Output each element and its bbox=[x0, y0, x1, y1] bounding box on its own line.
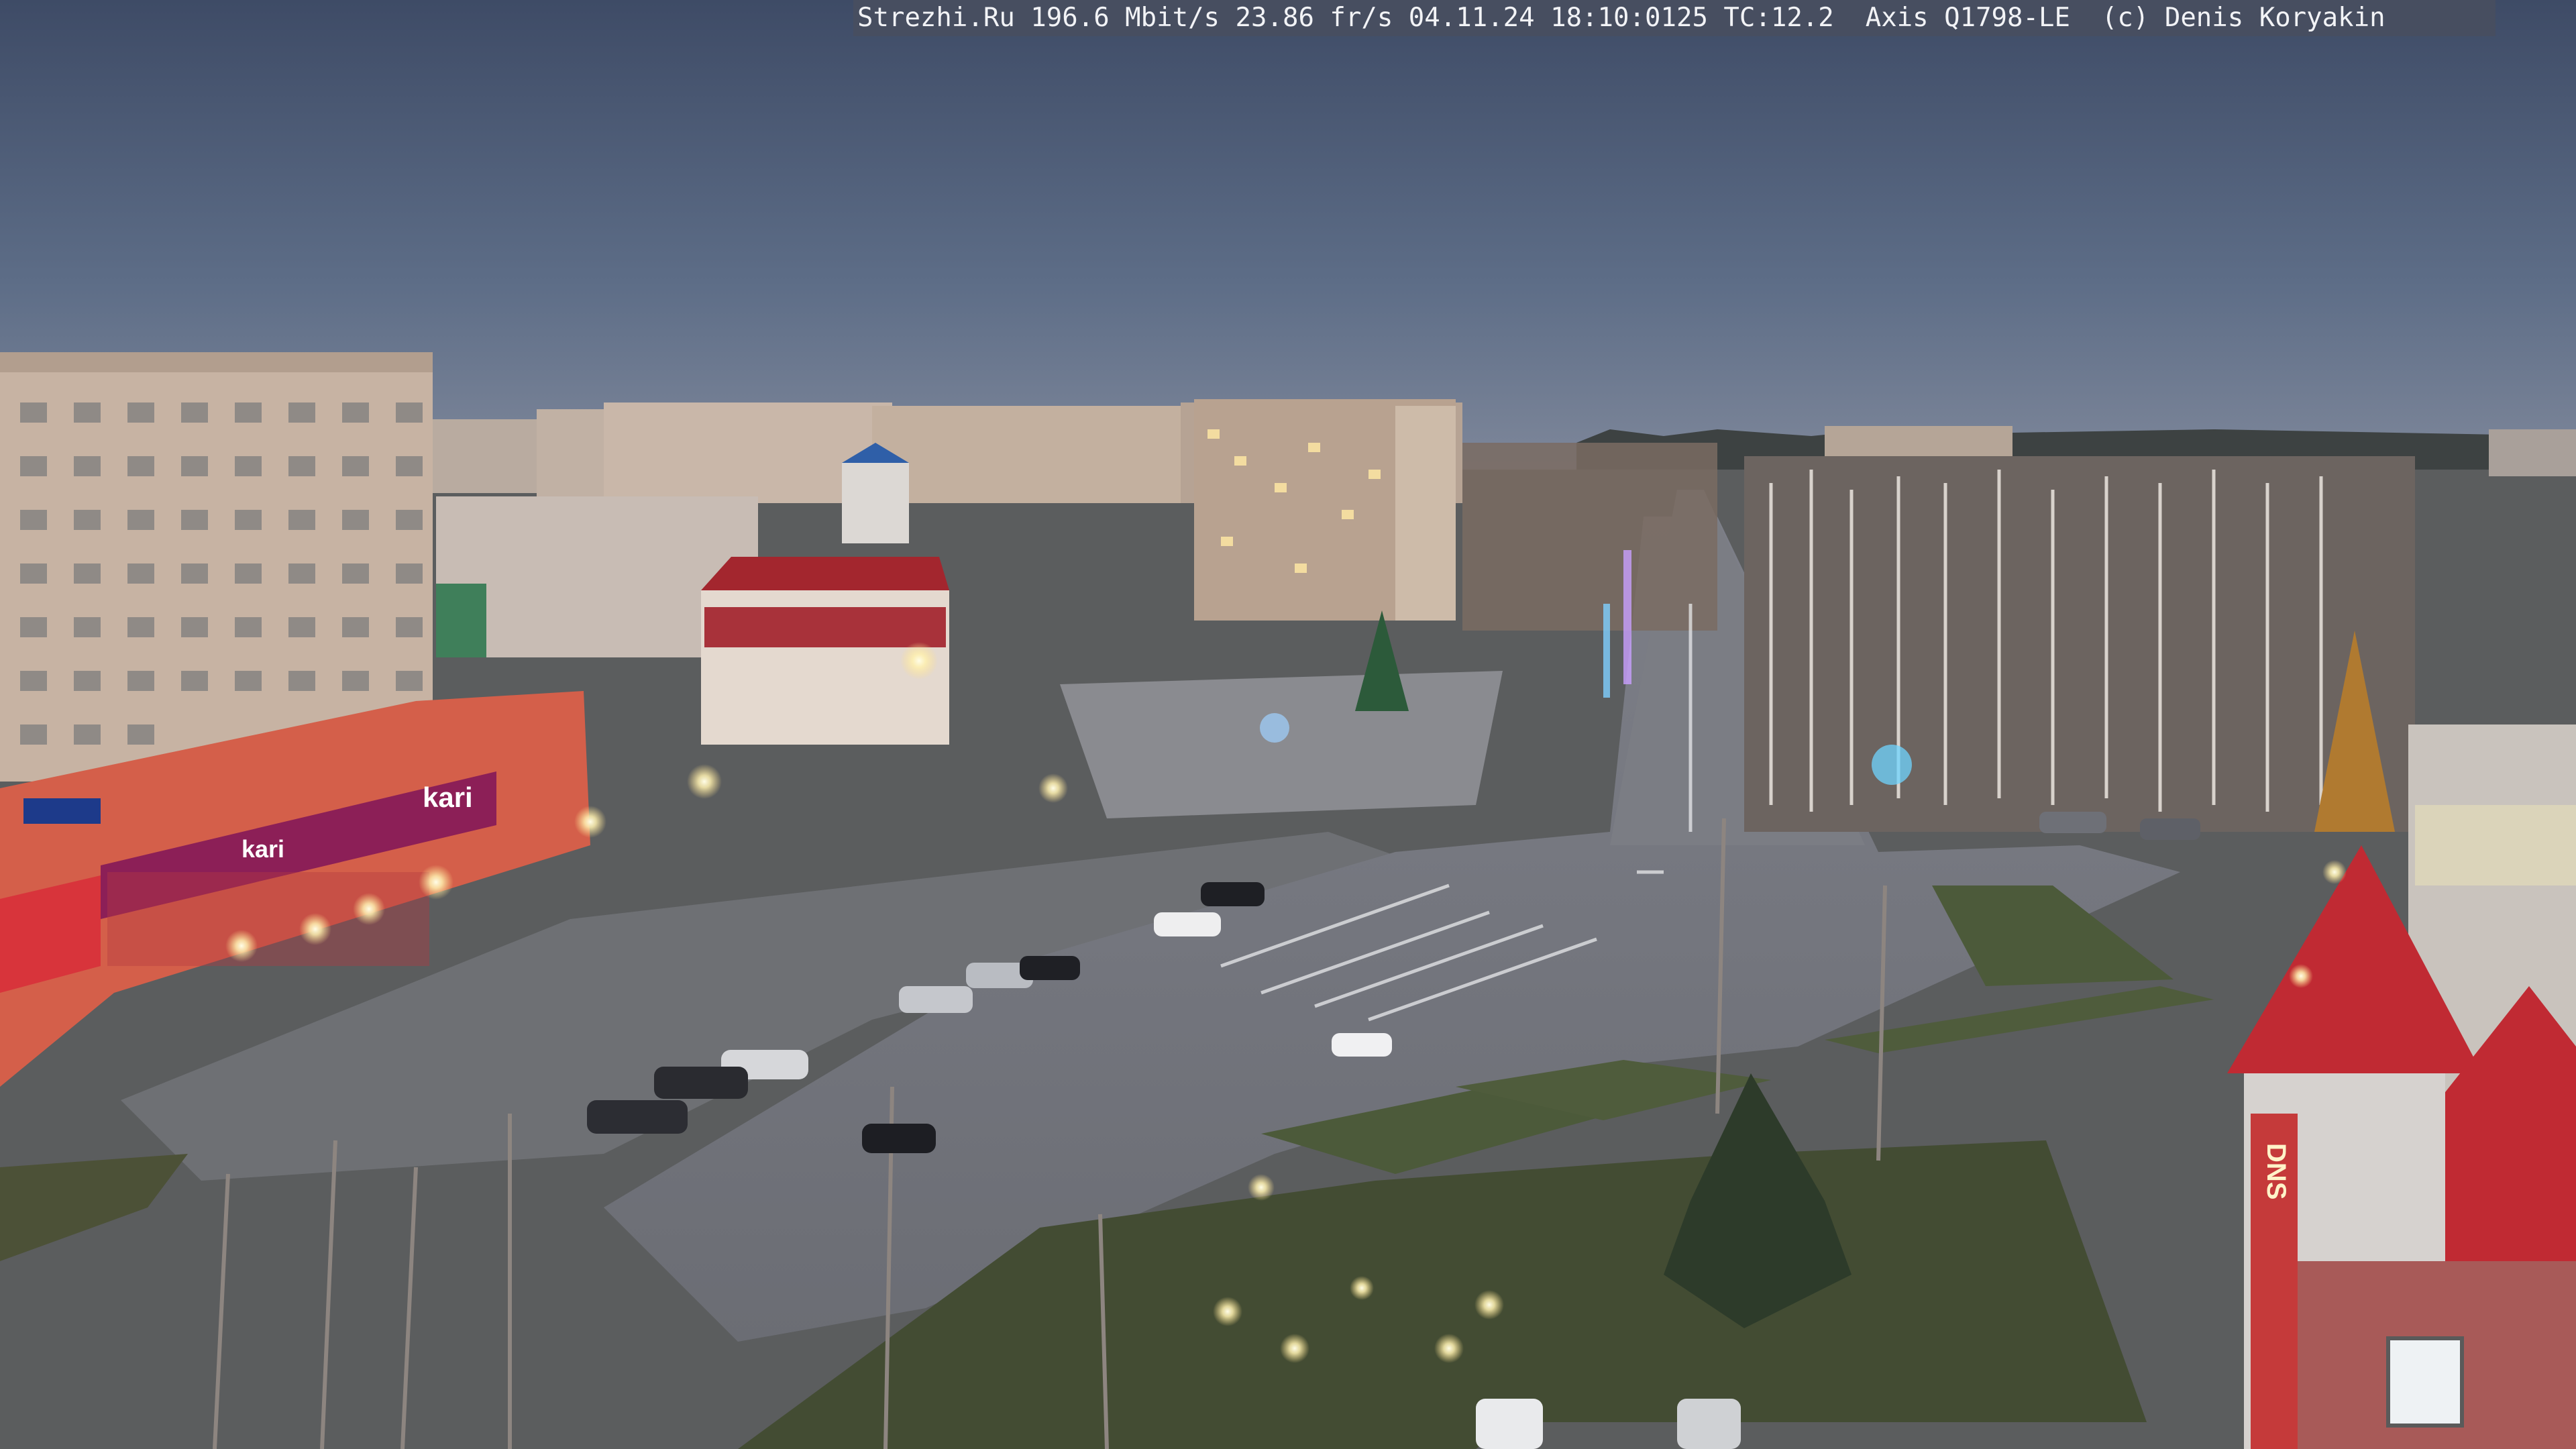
store-sign-dns: DNS bbox=[2261, 1143, 2291, 1199]
store-sign-kari: kari bbox=[423, 782, 473, 813]
central-tower bbox=[1194, 399, 1456, 621]
street-scene: kari kari DNS bbox=[0, 0, 2576, 1449]
central-plaza bbox=[1060, 671, 1503, 818]
camera-frame: kari kari DNS Strezhi.Ru 196.6 Mbit/s 23… bbox=[0, 0, 2576, 1449]
right-forest bbox=[1744, 456, 2415, 832]
camera-osd-overlay: Strezhi.Ru 196.6 Mbit/s 23.86 fr/s 04.11… bbox=[853, 0, 2496, 36]
tree-line-middle bbox=[1462, 443, 1717, 631]
store-sign-kari-2: kari bbox=[241, 835, 284, 863]
